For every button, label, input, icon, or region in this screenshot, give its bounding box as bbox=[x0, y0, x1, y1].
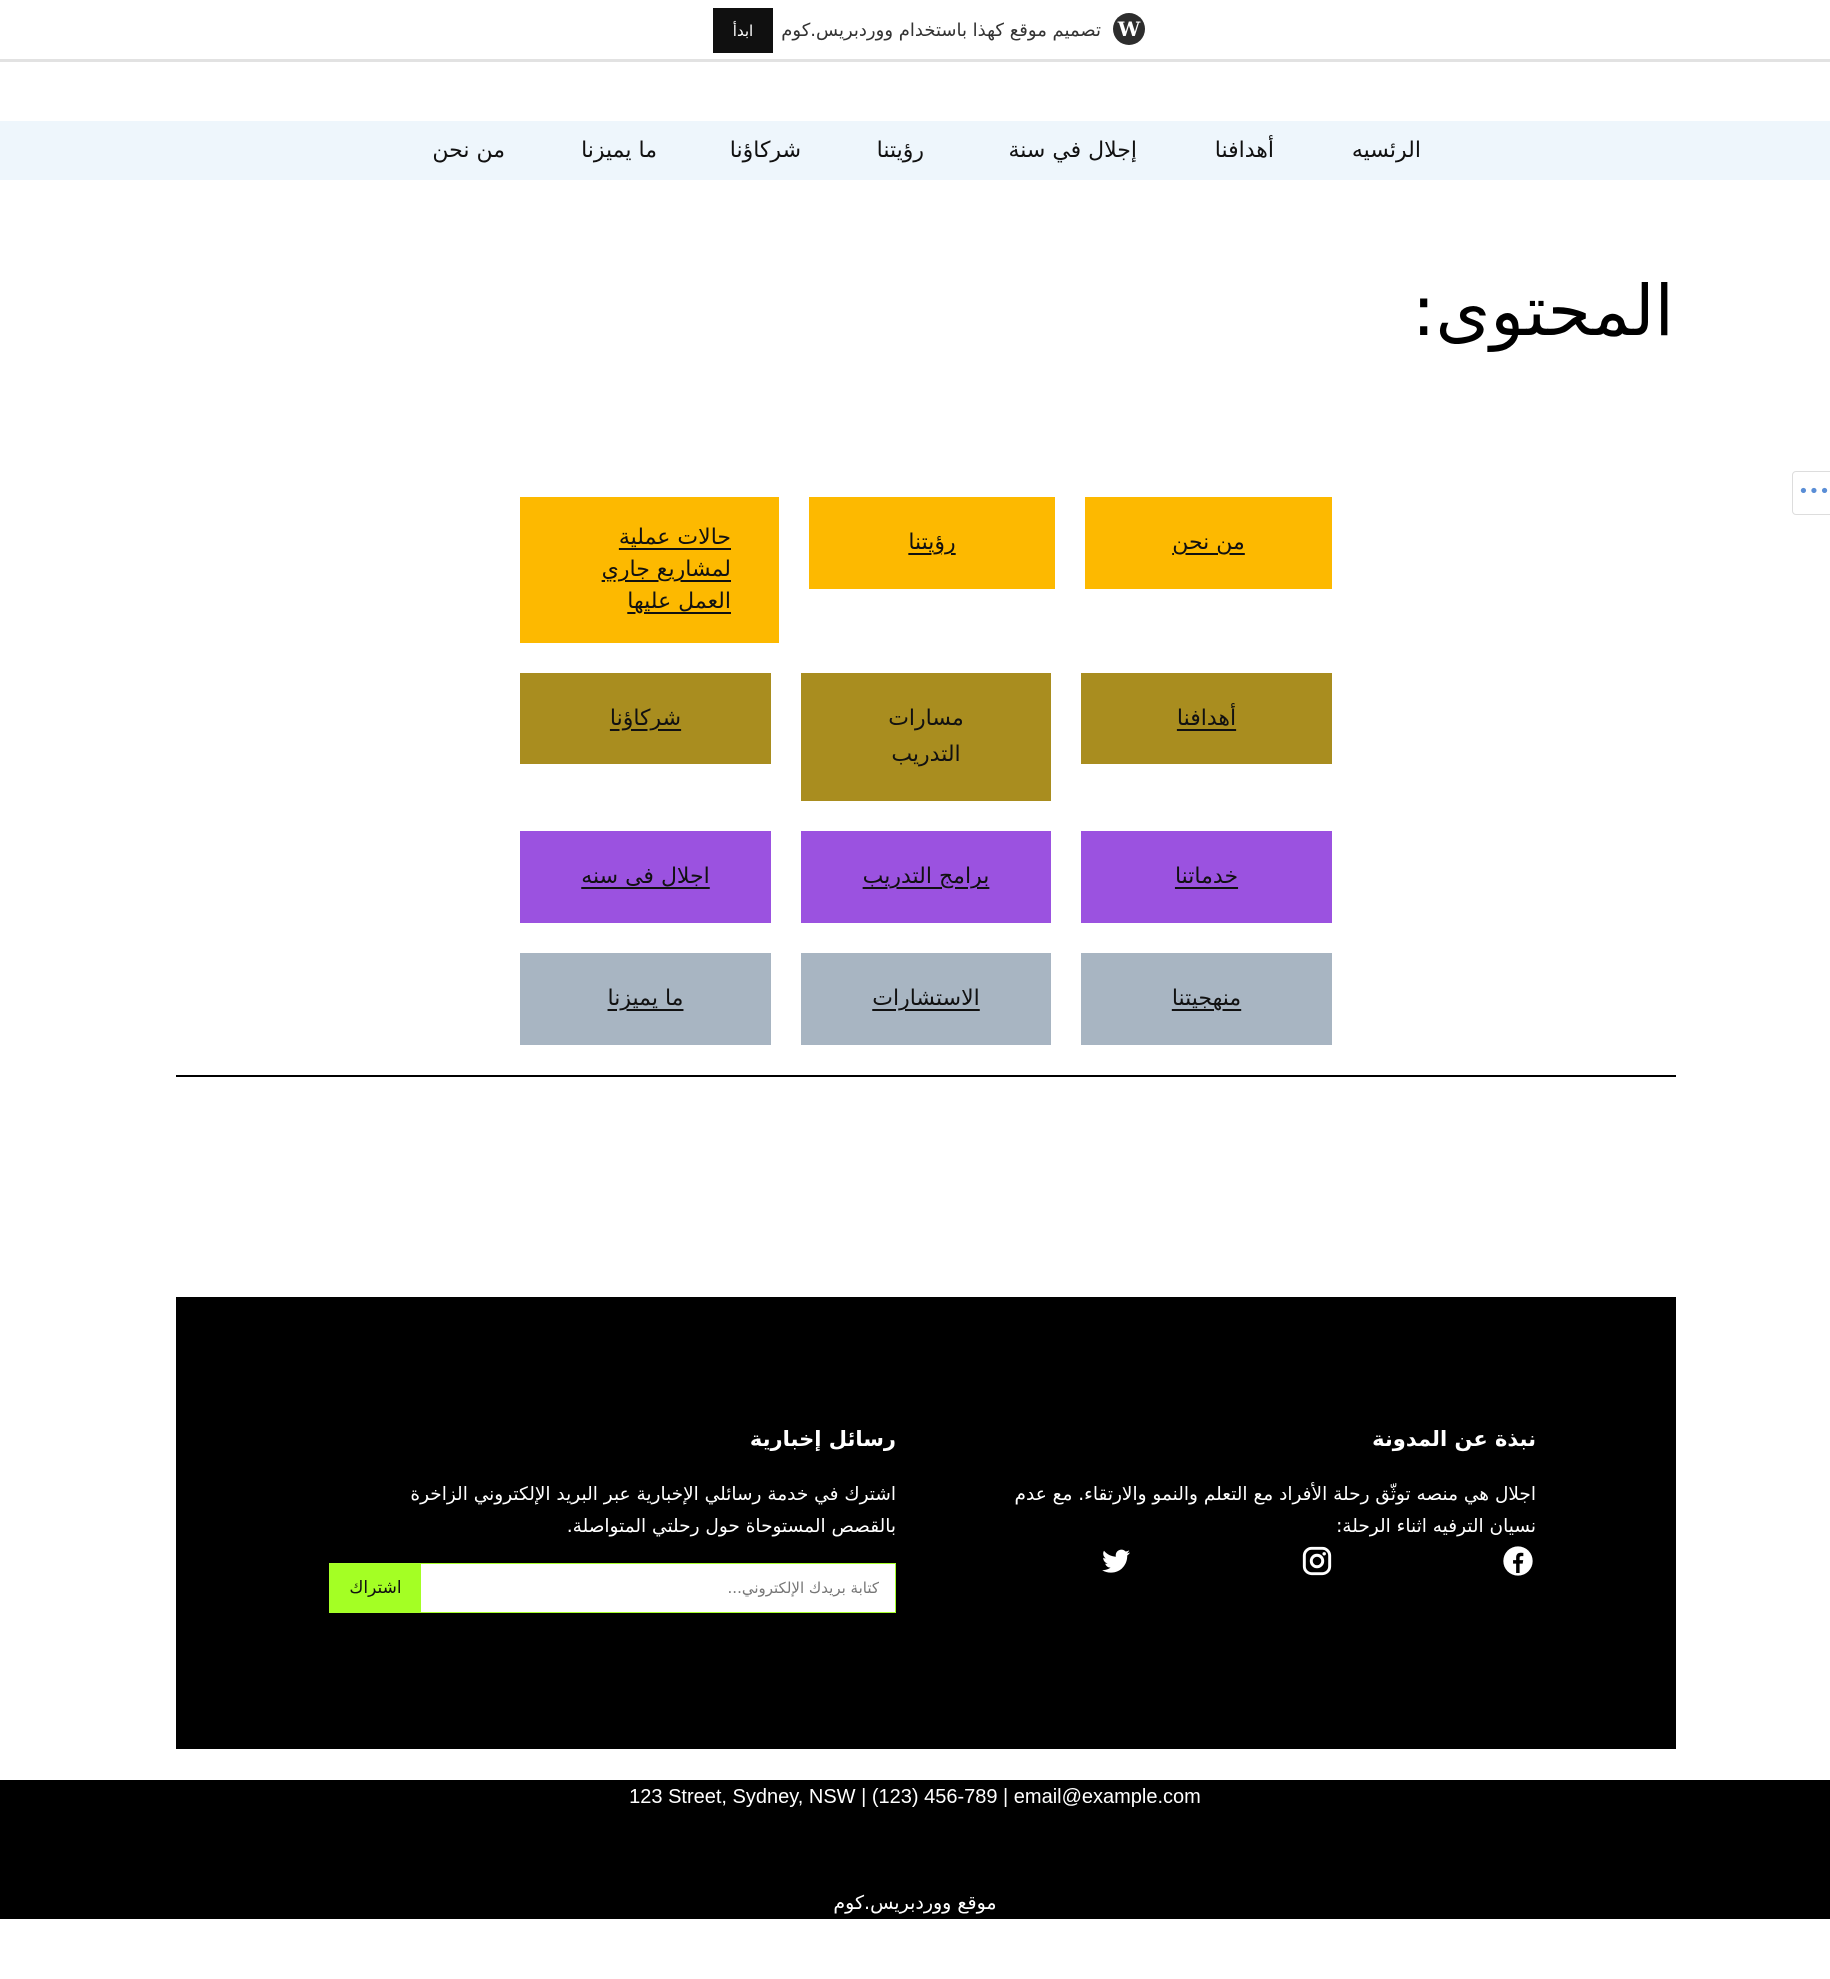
block-consulting: الاستشارات bbox=[801, 953, 1051, 1045]
block-partners: شركاؤنا bbox=[520, 673, 771, 764]
twitter-icon[interactable] bbox=[1100, 1545, 1132, 1577]
training-tracks-line: التدريب bbox=[891, 742, 961, 767]
contact-info: 123 Street, Sydney, NSW | (123) 456-789 … bbox=[629, 1786, 1201, 1808]
subscribe-button[interactable]: اشتراك bbox=[330, 1564, 421, 1612]
wordpress-logo-icon[interactable]: W bbox=[1113, 13, 1145, 45]
nav-item-features[interactable]: ما يميزنا bbox=[581, 138, 657, 163]
training-tracks-line: مسارات bbox=[888, 706, 964, 731]
nav-item-partners[interactable]: شركاؤنا bbox=[730, 138, 801, 163]
block-about: من نحن bbox=[1085, 497, 1332, 589]
main-nav: الرئسيه أهدافنا إجلال في سنة رؤيتنا شركا… bbox=[0, 121, 1830, 180]
block-methodology: منهجيتنا bbox=[1081, 953, 1332, 1045]
start-button[interactable]: ابدأ bbox=[713, 8, 773, 53]
block-features: ما يميزنا bbox=[520, 953, 771, 1045]
case-studies-line: لمشاريع جاري bbox=[601, 557, 731, 582]
link-features[interactable]: ما يميزنا bbox=[608, 981, 684, 1017]
link-goals[interactable]: أهدافنا bbox=[1177, 701, 1236, 737]
content-divider bbox=[176, 1075, 1676, 1077]
wp-promo-text[interactable]: تصميم موقع كهذا باستخدام ووردبريس.كوم bbox=[781, 20, 1101, 41]
block-case-studies: حالات عملية لمشاريع جاري العمل عليها bbox=[520, 497, 779, 643]
block-vision: رؤيتنا bbox=[809, 497, 1055, 589]
link-partners[interactable]: شركاؤنا bbox=[610, 701, 681, 737]
nav-item-ijlal-year[interactable]: إجلال في سنة bbox=[1008, 138, 1137, 163]
more-options-button[interactable]: ••• bbox=[1792, 471, 1830, 515]
link-services[interactable]: خدماتنا bbox=[1175, 859, 1238, 895]
link-methodology[interactable]: منهجيتنا bbox=[1172, 981, 1241, 1017]
link-ijlal-year[interactable]: اجلال فى سنه bbox=[581, 859, 710, 895]
link-about[interactable]: من نحن bbox=[1172, 525, 1245, 561]
link-case-studies[interactable]: حالات عملية لمشاريع جاري العمل عليها bbox=[602, 522, 731, 618]
link-consulting[interactable]: الاستشارات bbox=[872, 981, 980, 1017]
block-training-tracks: مسارات التدريب bbox=[801, 673, 1051, 801]
wp-promo-bar: W تصميم موقع كهذا باستخدام ووردبريس.كوم … bbox=[0, 0, 1830, 62]
site-credit[interactable]: موقع ووردبريس.كوم bbox=[0, 1892, 1830, 1914]
subscribe-form: اشتراك bbox=[329, 1563, 896, 1613]
link-training-programs[interactable]: برامج التدريب bbox=[863, 859, 990, 895]
newsletter-text: اشترك في خدمة رسائلي الإخبارية عبر البري… bbox=[410, 1484, 896, 1537]
wp-promo-content: W تصميم موقع كهذا باستخدام ووردبريس.كوم … bbox=[713, 8, 1145, 53]
bottom-bar: 123 Street, Sydney, NSW | (123) 456-789 … bbox=[0, 1780, 1830, 1919]
page-title: المحتوى: bbox=[1411, 270, 1674, 352]
nav-item-goals[interactable]: أهدافنا bbox=[1215, 138, 1274, 163]
nav-item-home[interactable]: الرئسيه bbox=[1352, 138, 1421, 163]
facebook-icon[interactable] bbox=[1502, 1545, 1534, 1577]
case-studies-line: حالات عملية bbox=[618, 525, 731, 550]
nav-item-about[interactable]: من نحن bbox=[432, 138, 505, 163]
instagram-icon[interactable] bbox=[1301, 1545, 1333, 1577]
about-heading: نبذة عن المدونة bbox=[1372, 1427, 1536, 1451]
case-studies-line: العمل عليها bbox=[627, 589, 731, 614]
nav-item-vision[interactable]: رؤيتنا bbox=[877, 138, 924, 163]
block-ijlal-year: اجلال فى سنه bbox=[520, 831, 771, 923]
link-vision[interactable]: رؤيتنا bbox=[908, 525, 955, 561]
about-text: اجلال هي منصه توثّق رحلة الأفراد مع التع… bbox=[1014, 1484, 1536, 1537]
block-services: خدماتنا bbox=[1081, 831, 1332, 923]
footer: نبذة عن المدونة اجلال هي منصه توثّق رحلة… bbox=[176, 1297, 1676, 1749]
newsletter-heading: رسائل إخبارية bbox=[749, 1427, 896, 1451]
email-input[interactable] bbox=[420, 1564, 895, 1612]
block-goals: أهدافنا bbox=[1081, 673, 1332, 764]
block-training-programs: برامج التدريب bbox=[801, 831, 1051, 923]
training-tracks-text: مسارات التدريب bbox=[888, 701, 964, 773]
